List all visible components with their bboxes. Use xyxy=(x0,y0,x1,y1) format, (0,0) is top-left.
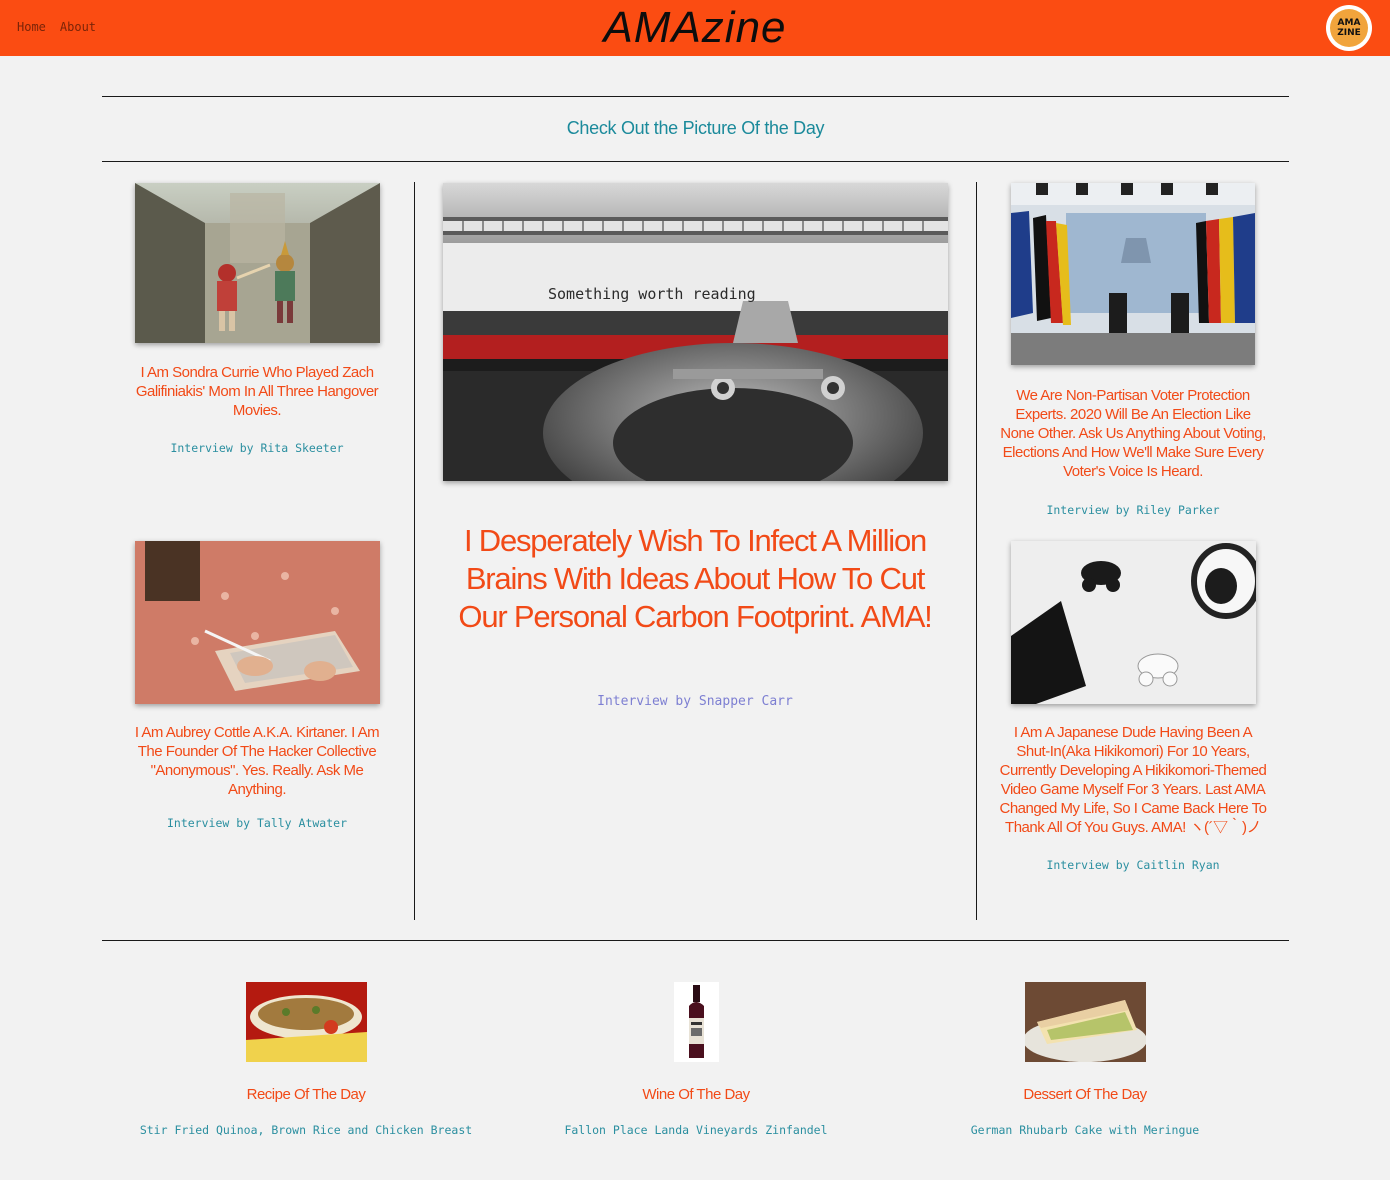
wine-of-day-title[interactable]: Wine Of The Day xyxy=(520,1086,872,1103)
article-title[interactable]: I Am Sondra Currie Who Played Zach Galif… xyxy=(122,363,392,420)
article-card[interactable]: We Are Non-Partisan Voter Protection Exp… xyxy=(998,183,1268,517)
feature-title[interactable]: I Desperately Wish To Infect A Million B… xyxy=(440,522,950,636)
recipe-name: Stir Fried Quinoa, Brown Rice and Chicke… xyxy=(139,1123,473,1137)
flags-podium-image[interactable] xyxy=(1011,183,1255,365)
divider-potd-bottom xyxy=(102,161,1289,162)
recipe-of-day-card[interactable]: Recipe Of The Day Stir Fried Quinoa, Bro… xyxy=(100,982,512,1137)
woman-tablet-image[interactable] xyxy=(134,541,380,704)
feature-article[interactable]: Something worth reading I Desperately Wi… xyxy=(440,183,950,709)
wine-of-day-card[interactable]: Wine Of The Day Fallon Place Landa Viney… xyxy=(520,982,872,1137)
site-logo[interactable]: AMA ZINE xyxy=(1326,5,1372,51)
thai-dancers-image[interactable] xyxy=(134,183,380,343)
logo-text-bottom: ZINE xyxy=(1337,28,1361,38)
typewriter-text: Something worth reading xyxy=(548,285,756,303)
dessert-image[interactable] xyxy=(1024,982,1146,1062)
article-card[interactable]: I Am A Japanese Dude Having Been A Shut-… xyxy=(998,541,1268,872)
article-byline: Interview by Caitlin Ryan xyxy=(1046,858,1220,872)
wine-name: Fallon Place Landa Vineyards Zinfandel xyxy=(564,1123,828,1137)
article-card[interactable]: I Am Aubrey Cottle A.K.A. Kirtaner. I Am… xyxy=(122,541,392,830)
recipe-of-day-title[interactable]: Recipe Of The Day xyxy=(100,1086,512,1103)
logo-badge: AMA ZINE xyxy=(1330,9,1368,47)
recipe-image[interactable] xyxy=(245,982,367,1062)
article-byline: Interview by Riley Parker xyxy=(1046,503,1220,517)
article-title[interactable]: I Am A Japanese Dude Having Been A Shut-… xyxy=(998,723,1268,837)
wine-bottle-image[interactable] xyxy=(673,982,719,1062)
feature-byline: Interview by Snapper Carr xyxy=(597,694,793,709)
dessert-of-day-card[interactable]: Dessert Of The Day German Rhubarb Cake w… xyxy=(922,982,1248,1137)
game-console-image[interactable] xyxy=(1010,541,1256,704)
dessert-name: German Rhubarb Cake with Meringue xyxy=(970,1123,1200,1137)
divider-bottom xyxy=(102,940,1289,941)
divider-top xyxy=(102,96,1289,97)
column-divider-left xyxy=(414,182,415,920)
typewriter-image[interactable]: Something worth reading xyxy=(442,183,948,481)
article-title[interactable]: We Are Non-Partisan Voter Protection Exp… xyxy=(998,386,1268,481)
article-byline: Interview by Tally Atwater xyxy=(166,816,347,830)
site-brand[interactable]: AMAzine xyxy=(0,2,1390,54)
article-title[interactable]: I Am Aubrey Cottle A.K.A. Kirtaner. I Am… xyxy=(122,723,392,799)
picture-of-day-link[interactable]: Check Out the Picture Of the Day xyxy=(102,118,1289,139)
article-byline: Interview by Rita Skeeter xyxy=(170,441,344,455)
column-divider-right xyxy=(976,182,977,920)
top-header: Home About AMAzine AMA ZINE xyxy=(0,0,1390,56)
logo-text-top: AMA xyxy=(1337,18,1361,28)
dessert-of-day-title[interactable]: Dessert Of The Day xyxy=(922,1086,1248,1103)
article-card[interactable]: I Am Sondra Currie Who Played Zach Galif… xyxy=(122,183,392,455)
